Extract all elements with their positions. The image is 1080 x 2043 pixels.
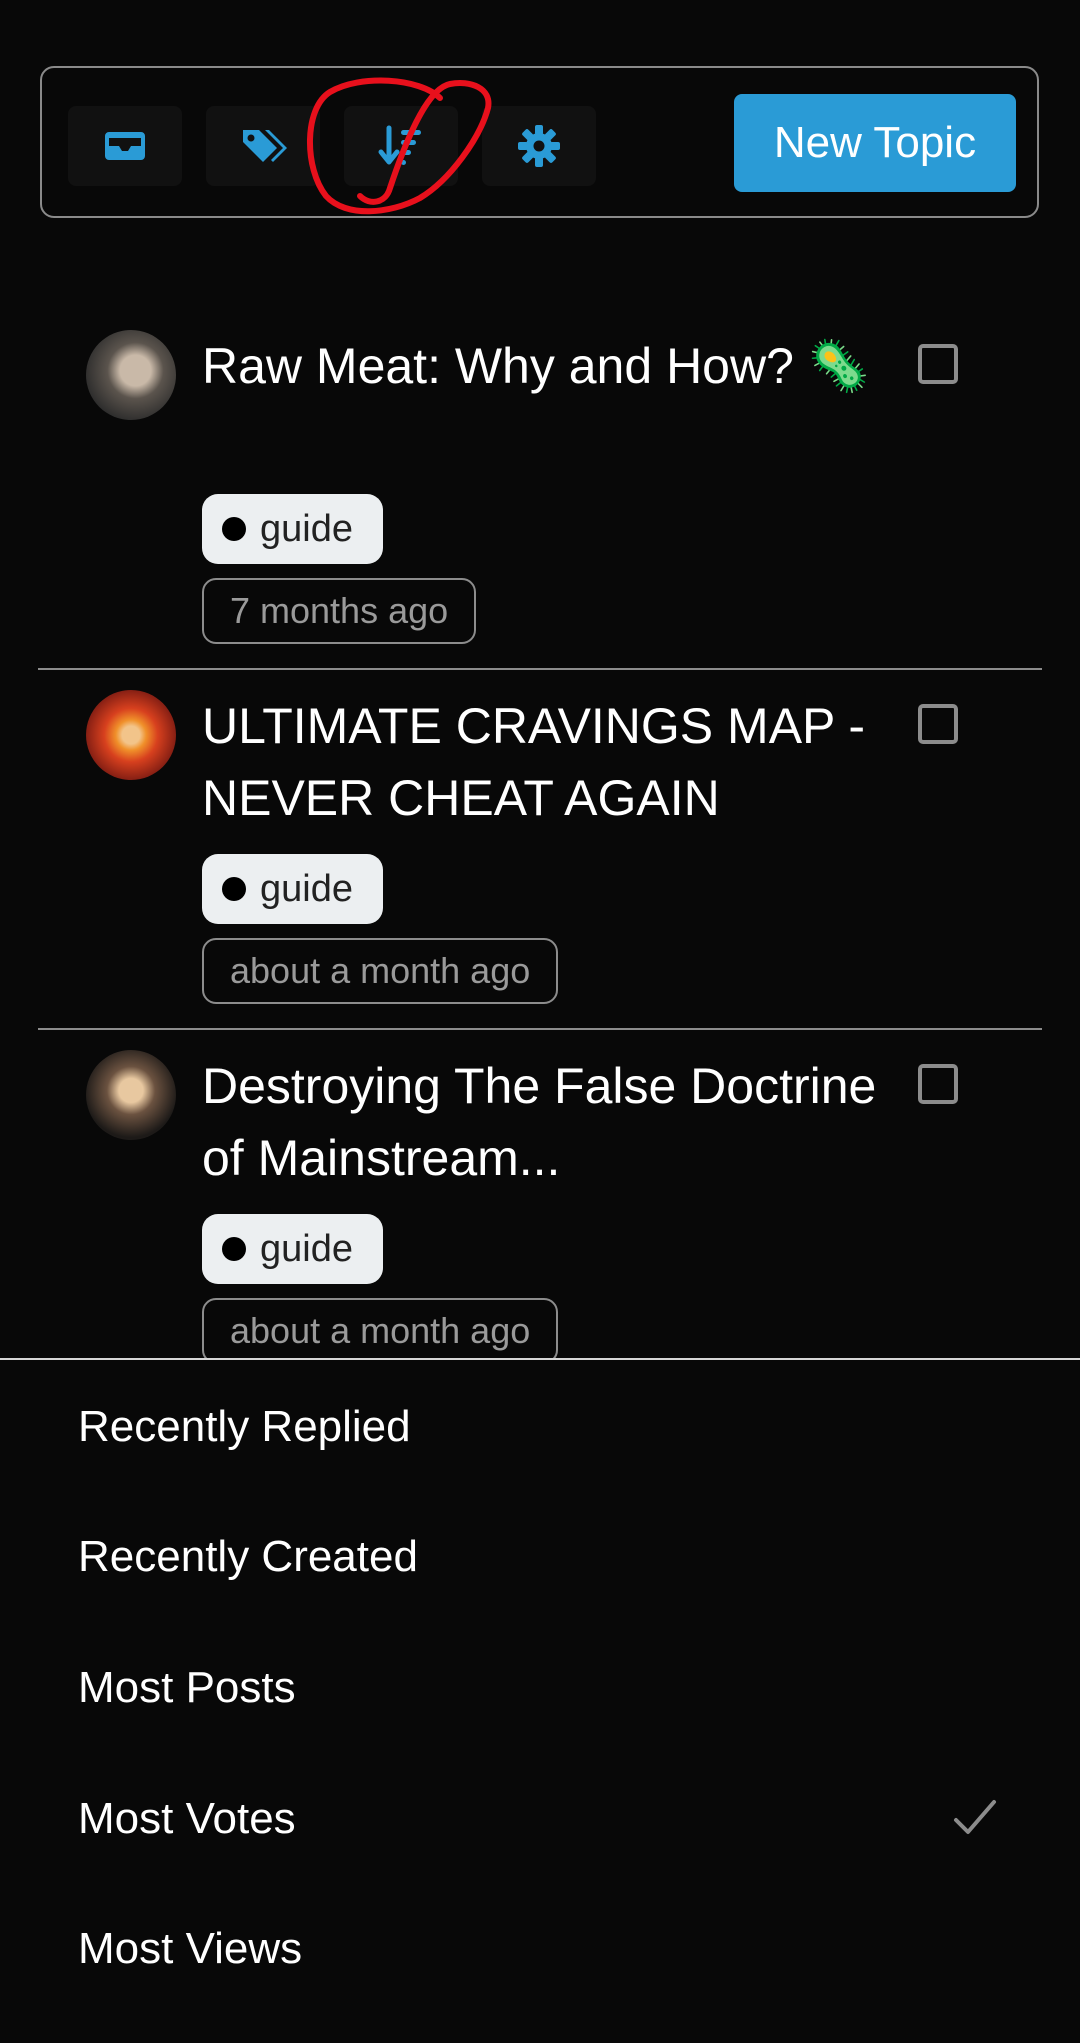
tag-label: guide	[260, 507, 353, 550]
sort-option-recently-created[interactable]: Recently Created	[0, 1492, 1080, 1622]
gear-icon	[518, 125, 560, 167]
timestamp-badge: 7 months ago	[202, 578, 477, 644]
tag-badge[interactable]: guide	[202, 854, 383, 924]
tag-dot-icon	[222, 517, 246, 541]
avatar[interactable]	[86, 690, 176, 780]
select-checkbox[interactable]	[918, 1064, 958, 1104]
tag-dot-icon	[222, 877, 246, 901]
tag-label: guide	[260, 1227, 353, 1270]
timestamp-badge: about a month ago	[202, 938, 559, 1004]
select-checkbox[interactable]	[918, 704, 958, 744]
new-topic-button[interactable]: New Topic	[734, 94, 1016, 192]
topic-title[interactable]: ULTIMATE CRAVINGS MAP - NEVER CHEAT AGAI…	[202, 690, 892, 834]
sort-menu: Recently Replied Recently Created Most P…	[0, 1358, 1080, 2043]
avatar[interactable]	[86, 1050, 176, 1140]
sort-option-recently-replied[interactable]: Recently Replied	[0, 1362, 1080, 1492]
annotation-circle	[307, 77, 492, 215]
checkmark-icon	[954, 1800, 996, 1834]
sort-option-label: Most Views	[78, 1924, 303, 1973]
divider	[38, 1028, 1042, 1030]
timestamp-badge: about a month ago	[202, 1298, 559, 1364]
topic-title[interactable]: Destroying The False Doctrine of Mainstr…	[202, 1050, 892, 1194]
sort-option-most-votes[interactable]: Most Votes	[0, 1754, 1080, 1884]
sort-option-most-views[interactable]: Most Views	[0, 1884, 1080, 2014]
topic-toolbar: New Topic	[40, 66, 1039, 218]
inbox-icon	[105, 132, 145, 160]
sort-option-label: Most Posts	[78, 1663, 296, 1712]
divider	[38, 668, 1042, 670]
tag-badge[interactable]: guide	[202, 494, 383, 564]
tag-badge[interactable]: guide	[202, 1214, 383, 1284]
topic-title[interactable]: Raw Meat: Why and How? 🦠	[202, 330, 892, 402]
select-checkbox[interactable]	[918, 344, 958, 384]
sort-option-most-posts[interactable]: Most Posts	[0, 1623, 1080, 1753]
sort-option-label: Recently Created	[78, 1532, 418, 1581]
tag-dot-icon	[222, 1237, 246, 1261]
tags-icon	[243, 130, 287, 162]
tag-label: guide	[260, 867, 353, 910]
sort-option-label: Most Votes	[78, 1794, 296, 1843]
avatar[interactable]	[86, 330, 176, 420]
sort-option-label: Recently Replied	[78, 1402, 411, 1451]
inbox-button[interactable]	[68, 106, 182, 186]
